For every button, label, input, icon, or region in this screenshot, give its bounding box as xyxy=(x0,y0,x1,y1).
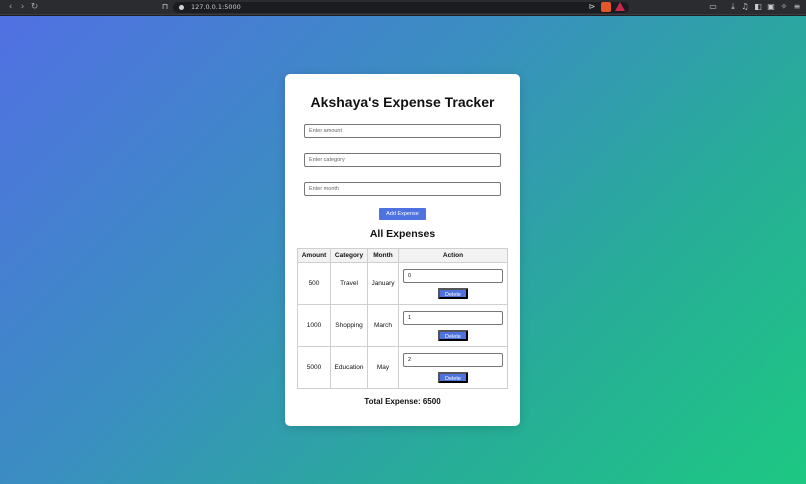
cell-month: March xyxy=(367,304,399,347)
category-input[interactable] xyxy=(304,153,501,167)
table-row: 5000 Education May Delete xyxy=(297,346,508,389)
delete-button[interactable]: Delete xyxy=(438,287,468,299)
page-title: Akshaya's Expense Tracker xyxy=(310,94,495,110)
cell-month: January xyxy=(367,262,399,305)
cell-amount: 1000 xyxy=(297,304,331,347)
cell-amount: 5000 xyxy=(297,346,331,389)
row-index-input[interactable] xyxy=(403,310,503,325)
cell-action: Delete xyxy=(398,346,508,389)
column-header-month: Month xyxy=(367,248,399,263)
row-index-input[interactable] xyxy=(403,268,503,283)
cell-action: Delete xyxy=(398,304,508,347)
add-expense-button[interactable]: Add Expense xyxy=(379,208,426,220)
total-expense: Total Expense: 6500 xyxy=(364,397,441,406)
expenses-table: Amount Category Month Action 500 Travel … xyxy=(297,248,508,389)
cell-action: Delete xyxy=(398,262,508,305)
row-index-input[interactable] xyxy=(403,352,503,367)
download-icon[interactable]: ⤓ xyxy=(728,2,738,12)
column-header-amount: Amount xyxy=(297,248,331,263)
amount-input[interactable] xyxy=(304,124,501,138)
forward-icon[interactable]: › xyxy=(17,2,28,13)
delete-button[interactable]: Delete xyxy=(438,329,468,341)
reload-icon[interactable]: ↻ xyxy=(29,2,40,13)
table-row: 1000 Shopping March Delete xyxy=(297,304,508,347)
media-icon[interactable]: ♫ xyxy=(740,2,750,12)
delete-button[interactable]: Delete xyxy=(438,371,468,383)
menu-icon[interactable]: ≡ xyxy=(792,2,802,12)
table-header-row: Amount Category Month Action xyxy=(297,248,508,263)
split-view-icon[interactable]: ◧ xyxy=(753,2,763,12)
sidebar-toggle-icon[interactable]: ▭ xyxy=(708,2,718,12)
month-input[interactable] xyxy=(304,182,501,196)
share-icon[interactable]: ⊳ xyxy=(587,2,597,12)
page-viewport: Akshaya's Expense Tracker Add Expense Al… xyxy=(0,16,806,484)
rewards-icon[interactable] xyxy=(615,2,625,11)
expenses-heading: All Expenses xyxy=(369,228,436,240)
back-icon[interactable]: ‹ xyxy=(5,2,16,13)
wallet-icon[interactable]: ▣ xyxy=(766,2,776,12)
cell-category: Shopping xyxy=(330,304,368,347)
address-url[interactable]: 127.0.0.1:5000 xyxy=(191,2,241,13)
leo-icon[interactable]: ✧ xyxy=(779,2,789,12)
expense-card: Akshaya's Expense Tracker Add Expense Al… xyxy=(285,74,520,426)
cell-month: May xyxy=(367,346,399,389)
cell-category: Travel xyxy=(330,262,368,305)
column-header-action: Action xyxy=(398,248,508,263)
cell-category: Education xyxy=(330,346,368,389)
column-header-category: Category xyxy=(330,248,368,263)
bookmark-icon[interactable]: ⊓ xyxy=(160,2,170,12)
table-row: 500 Travel January Delete xyxy=(297,262,508,305)
cell-amount: 500 xyxy=(297,262,331,305)
site-info-icon[interactable] xyxy=(179,5,184,10)
browser-toolbar: ‹ › ↻ ⊓ 127.0.0.1:5000 ⊳ ▭ ⤓ ♫ ◧ ▣ ✧ ≡ xyxy=(0,0,806,15)
address-bar[interactable]: 127.0.0.1:5000 xyxy=(173,2,629,13)
brave-shield-icon[interactable] xyxy=(601,2,611,12)
